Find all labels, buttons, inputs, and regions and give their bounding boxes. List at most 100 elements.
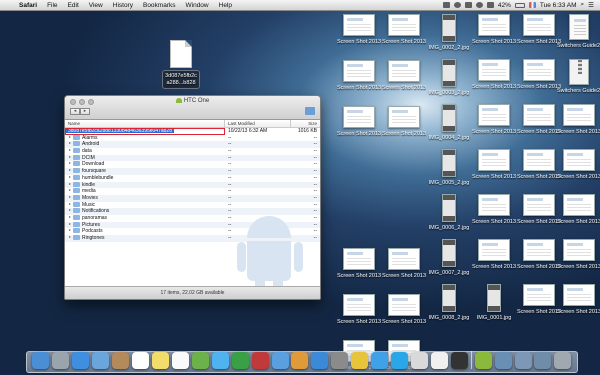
desktop-file[interactable]: Screen Shot 2013...0 AM: [472, 14, 516, 46]
desktop-file[interactable]: Screen Shot 2013...1 PM: [557, 149, 600, 181]
downloads-icon[interactable]: [494, 352, 512, 369]
desktop-file[interactable]: IMG_0008_2.jpg: [427, 284, 471, 322]
menu-bookmarks[interactable]: Bookmarks: [138, 0, 181, 11]
photo-booth-icon[interactable]: [251, 352, 269, 369]
column-size[interactable]: Size: [291, 120, 320, 127]
disclosure-triangle-icon[interactable]: [69, 236, 71, 238]
new-folder-icon[interactable]: [305, 107, 315, 115]
desktop-file[interactable]: Screen Shot 2013...8 AM: [382, 106, 426, 138]
disclosure-triangle-icon[interactable]: [69, 155, 71, 158]
twitter-icon[interactable]: [371, 352, 389, 369]
launchpad-icon[interactable]: [52, 352, 70, 369]
bluetooth-icon[interactable]: [464, 2, 472, 8]
disclosure-triangle-icon[interactable]: [69, 169, 71, 172]
spotlight-icon[interactable]: ⌕: [581, 1, 585, 9]
folder-row[interactable]: Movies -- --: [65, 194, 320, 202]
terminal-icon[interactable]: [450, 352, 468, 369]
folder-row[interactable]: Android -- --: [65, 141, 320, 149]
desktop-file[interactable]: IMG_0007_2.jpg: [427, 239, 471, 277]
desktop-file[interactable]: Screen Shot 2013...4 PM: [557, 284, 600, 316]
folder-row[interactable]: data -- --: [65, 148, 320, 155]
window-titlebar[interactable]: HTC One ◂ ▸: [65, 96, 320, 120]
desktop-file[interactable]: IMG_0003_2.jpg: [427, 59, 471, 97]
folder-row[interactable]: Alarms -- --: [65, 134, 320, 142]
menubar-clock[interactable]: Tue 6:33 AM: [540, 2, 577, 9]
skype-icon[interactable]: [391, 352, 409, 369]
desktop-file[interactable]: Screen Shot 2013...9 PM: [557, 104, 600, 136]
desktop-file[interactable]: Screen Shot 2013...1 AM: [472, 104, 516, 136]
battery-percent[interactable]: 42%: [498, 2, 511, 9]
back-button[interactable]: ◂: [70, 108, 80, 115]
desktop-file[interactable]: Screen Shot 2013...3 AM: [382, 248, 426, 280]
desktop-file[interactable]: Screen Shot 2013...2 PM: [517, 104, 561, 136]
itunes-icon[interactable]: [271, 352, 289, 369]
desktop-file[interactable]: IMG_0004_2.jpg: [427, 104, 471, 142]
disclosure-triangle-icon[interactable]: [69, 222, 71, 225]
desktop-file[interactable]: Switchers Guide2.jpg: [557, 14, 600, 50]
desktop-file[interactable]: Screen Shot 2013...0 PM: [382, 14, 426, 46]
folder-row[interactable]: Download -- --: [65, 161, 320, 168]
desktop-file[interactable]: Screen Shot 2013...3 AM: [337, 294, 381, 326]
folder-row[interactable]: Notifications -- --: [65, 208, 320, 215]
file-name-text[interactable]: 3d087e5fb2ca28881330b4d4636395e047a828: [66, 129, 174, 134]
folder-row[interactable]: panoramas -- --: [65, 214, 320, 222]
ibooks-icon[interactable]: [291, 352, 309, 369]
preview-icon[interactable]: [410, 352, 428, 369]
desktop-file[interactable]: Screen Shot 2013...2 PM: [472, 239, 516, 271]
desktop-file[interactable]: Screen Shot 2013...0 PM: [337, 14, 381, 46]
menu-edit[interactable]: Edit: [63, 0, 84, 11]
notes-icon[interactable]: [151, 352, 169, 369]
folder-row[interactable]: kindle -- --: [65, 181, 320, 189]
chrome-icon[interactable]: [351, 352, 369, 369]
reminders-icon[interactable]: [171, 352, 189, 369]
disclosure-triangle-icon[interactable]: [69, 135, 71, 138]
volume-icon[interactable]: [486, 2, 494, 8]
desktop-file[interactable]: Screen Shot 2013...8 AM: [337, 248, 381, 280]
disclosure-triangle-icon[interactable]: [69, 229, 71, 232]
desktop-file[interactable]: Screen Shot 2013...1 PM: [382, 294, 426, 326]
desktop-file[interactable]: Screen Shot 2013...5 AM: [382, 60, 426, 92]
documents-icon[interactable]: [514, 352, 532, 369]
menu-window[interactable]: Window: [181, 0, 214, 11]
desktop-file[interactable]: Screen Shot 2013...8 AM: [337, 106, 381, 138]
safari-icon[interactable]: [72, 352, 90, 369]
desktop-file[interactable]: Screen Shot 2013...0 AM: [337, 60, 381, 92]
file-name-edit[interactable]: 3d087e5fb2ca28881330b4d4636395e047a828: [65, 128, 225, 135]
textedit-icon[interactable]: [430, 352, 448, 369]
android-transfer-icon[interactable]: [474, 352, 492, 369]
desktop-file[interactable]: Screen Shot 2013...2 PM: [557, 239, 600, 271]
disclosure-triangle-icon[interactable]: [69, 182, 71, 185]
desktop-file[interactable]: Screen Shot 2013...0 PM: [517, 284, 561, 316]
disclosure-triangle-icon[interactable]: [69, 189, 71, 192]
maps-icon[interactable]: [191, 352, 209, 369]
disclosure-triangle-icon[interactable]: [69, 162, 71, 165]
disclosure-triangle-icon[interactable]: [69, 149, 71, 152]
folder-row[interactable]: humblebundle -- --: [65, 174, 320, 182]
messages-icon[interactable]: [211, 352, 229, 369]
calendar-icon[interactable]: [132, 352, 150, 369]
desktop-file[interactable]: Screen Shot 2013...5 PM: [557, 194, 600, 226]
trash-icon[interactable]: [554, 352, 572, 369]
finder-icon[interactable]: [32, 352, 50, 369]
disclosure-triangle-icon[interactable]: [69, 209, 71, 212]
desktop-file[interactable]: Screen Shot 2013...1 PM*: [472, 194, 516, 226]
desktop-file[interactable]: Switchers Guide2.zip: [557, 59, 600, 95]
menu-view[interactable]: View: [84, 0, 108, 11]
dragged-file[interactable]: 3d087e5fb2c a288...b828: [157, 40, 205, 91]
app-store-icon[interactable]: [311, 352, 329, 369]
desktop-file[interactable]: IMG_0001.jpg: [472, 284, 516, 322]
mail-icon[interactable]: [92, 352, 110, 369]
desktop-file[interactable]: Screen Shot 2013...5 PM: [472, 149, 516, 181]
menu-file[interactable]: File: [42, 0, 62, 11]
input-source-flag-icon[interactable]: [528, 2, 536, 8]
disclosure-triangle-icon[interactable]: [69, 202, 71, 205]
desktop-file[interactable]: Screen Shot 2013...0 AM: [517, 14, 561, 46]
folder-row[interactable]: DCIM -- --: [65, 154, 320, 162]
folder-row[interactable]: Pictures -- --: [65, 221, 320, 229]
desktop-file[interactable]: Screen Shot 2013...0 PM: [517, 194, 561, 226]
desktop-file[interactable]: Screen Shot 2013...9 PM: [517, 59, 561, 91]
desktop-file[interactable]: IMG_0006_2.jpg: [427, 194, 471, 232]
folder-row[interactable]: Ringtones -- --: [65, 235, 320, 242]
timemachine-icon[interactable]: [453, 2, 461, 8]
desktop-file[interactable]: IMG_0002_2.jpg: [427, 14, 471, 52]
